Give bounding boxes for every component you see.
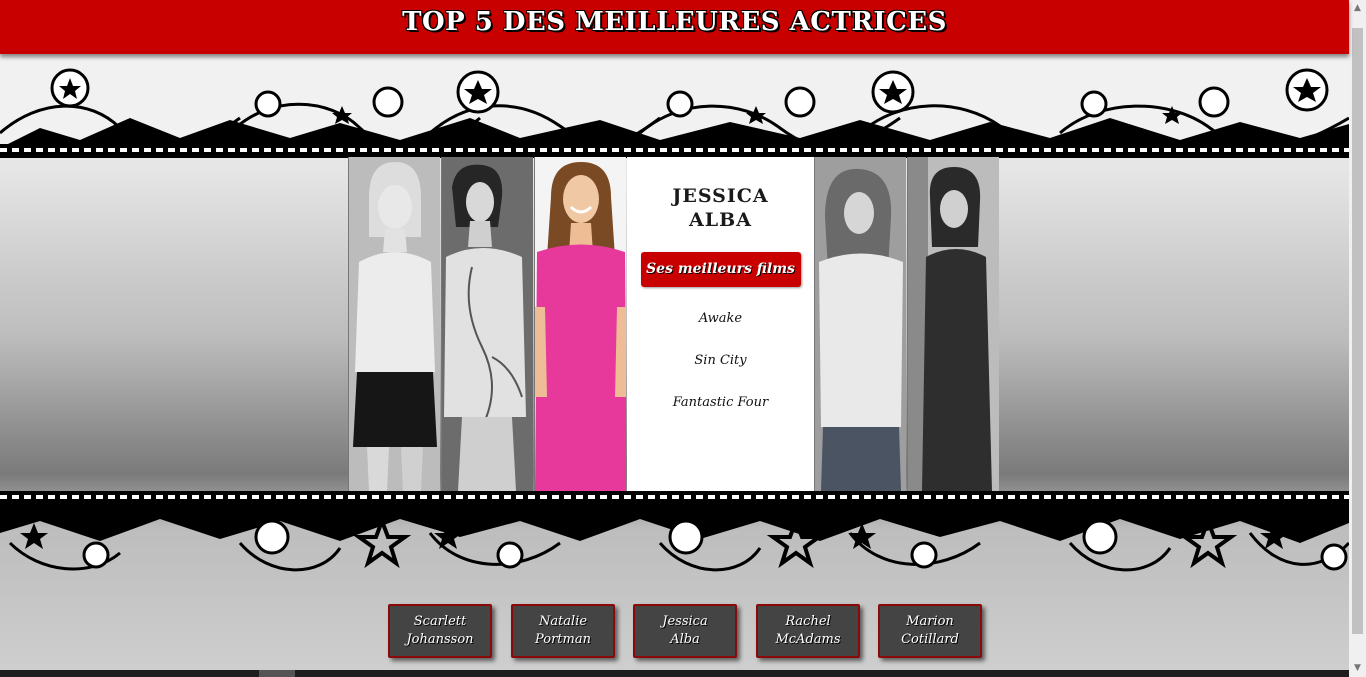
nav-button-jessica-alba[interactable]: Jessica Alba [633,604,737,658]
selected-last-name: ALBA [689,209,752,231]
film-strip-top [0,144,1349,156]
nav-button-scarlett-johansson[interactable]: Scarlett Johansson [388,604,492,658]
nav-button-line2: Cotillard [901,632,959,647]
selected-actress-name: JESSICA ALBA [627,184,814,232]
nav-button-line2: Portman [535,632,591,647]
top-ornament [0,58,1349,158]
nav-button-line1: Scarlett [413,614,467,629]
photo-natalie-portman[interactable] [441,157,533,491]
photo-jessica-alba[interactable] [534,157,626,491]
scroll-up-arrow-icon[interactable]: ▲ [1349,0,1366,17]
nav-button-natalie-portman[interactable]: Natalie Portman [511,604,615,658]
horizontal-scrollbar-thumb[interactable] [259,670,295,677]
nav-button-line2: Alba [670,632,700,647]
nav-button-line1: Natalie [538,614,588,629]
actress-gallery: JESSICA ALBA Ses meilleurs films Awake S… [348,157,1000,491]
nav-button-line2: McAdams [775,632,841,647]
vertical-scrollbar[interactable]: ▲ ▼ [1349,0,1366,677]
film-list: Awake Sin City Fantastic Four [627,305,814,431]
horizontal-scrollbar[interactable] [0,670,1349,677]
page-title: TOP 5 DES MEILLEURES ACTRICES [402,7,947,37]
film-item: Sin City [694,353,747,368]
photo-marion-cotillard[interactable] [907,157,999,491]
best-films-button[interactable]: Ses meilleurs films [640,252,801,287]
vertical-scrollbar-thumb[interactable] [1352,28,1363,634]
film-item: Fantastic Four [672,395,769,410]
actress-nav: Scarlett Johansson Natalie Portman Jessi… [388,604,988,664]
nav-button-line1: Marion [906,614,954,629]
nav-button-line1: Jessica [662,614,708,629]
nav-button-line2: Johansson [406,632,474,647]
photo-scarlett-johansson[interactable] [348,157,440,491]
scroll-down-arrow-icon[interactable]: ▼ [1349,660,1366,677]
page-header: TOP 5 DES MEILLEURES ACTRICES [0,0,1349,54]
film-strip-bottom [0,491,1349,503]
nav-button-line1: Rachel [785,614,831,629]
photo-rachel-mcadams[interactable] [814,157,906,491]
film-item: Awake [698,311,743,326]
selected-actress-panel: JESSICA ALBA Ses meilleurs films Awake S… [627,157,814,491]
selected-first-name: JESSICA [672,185,769,207]
nav-button-rachel-mcadams[interactable]: Rachel McAdams [756,604,860,658]
bottom-ornament [0,503,1349,572]
nav-button-marion-cotillard[interactable]: Marion Cotillard [878,604,982,658]
